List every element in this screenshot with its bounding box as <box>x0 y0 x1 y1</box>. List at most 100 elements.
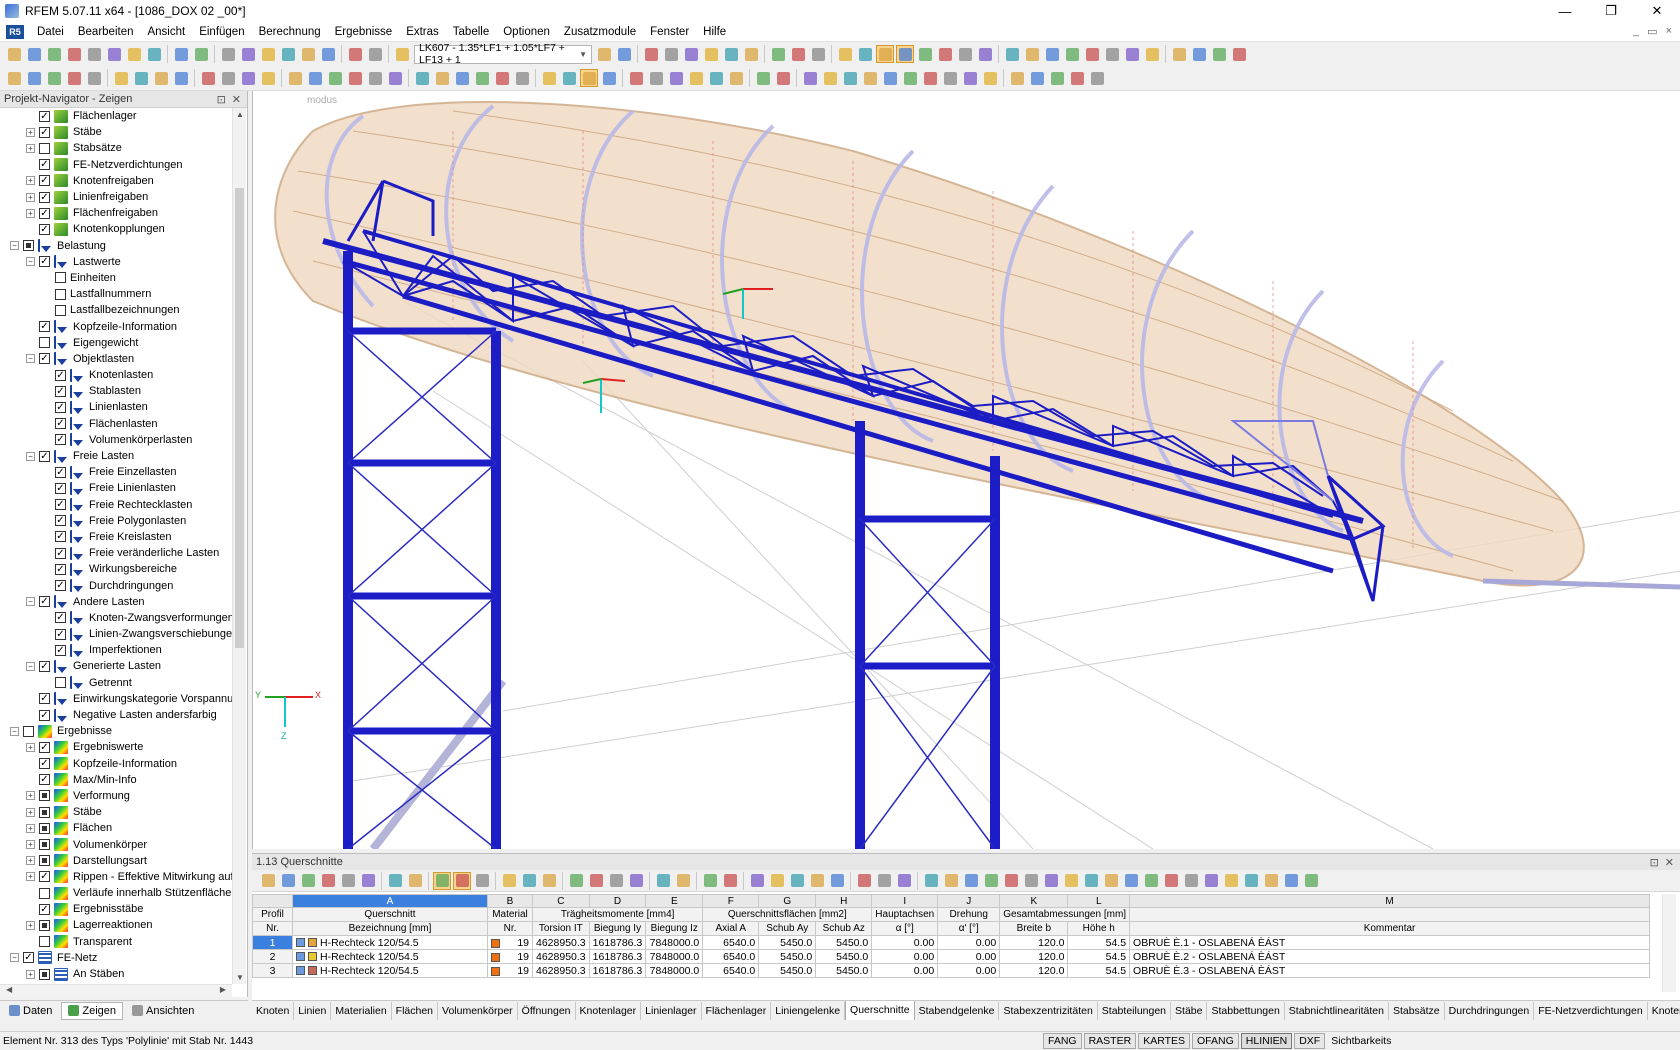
tree-checkbox[interactable] <box>55 304 66 316</box>
value-cell[interactable]: 54.5 <box>1067 935 1131 950</box>
toolbar-tool-icon[interactable] <box>299 45 317 63</box>
tree-item[interactable]: ✓ Volumenkörperlasten <box>0 432 232 448</box>
table-scrollbar[interactable] <box>1662 894 1676 992</box>
toolbar-tool-icon[interactable] <box>1122 872 1140 890</box>
toolbar-tool-icon[interactable] <box>976 45 994 63</box>
toolbar-tool-icon[interactable] <box>627 872 645 890</box>
section-name-cell[interactable]: H-Rechteck 120/54.5 <box>292 935 488 950</box>
toolbar-tool-icon[interactable] <box>855 872 873 890</box>
toolbar-tool-icon[interactable] <box>1170 45 1188 63</box>
tree-checkbox[interactable] <box>39 968 50 980</box>
tree-checkbox[interactable]: ✓ <box>39 596 50 608</box>
sheet-tab[interactable]: Knotenlager <box>576 1001 642 1020</box>
tree-checkbox[interactable]: ✓ <box>39 191 50 203</box>
toolbar-tool-icon[interactable] <box>1202 872 1220 890</box>
toolbar-tool-icon[interactable] <box>916 45 934 63</box>
toolbar-tool-icon[interactable] <box>1062 872 1080 890</box>
menu-bearbeiten[interactable]: Bearbeiten <box>71 26 141 38</box>
value-cell[interactable]: 120.0 <box>999 949 1069 964</box>
tree-checkbox[interactable]: ✓ <box>55 418 66 430</box>
tree-checkbox[interactable]: ✓ <box>39 741 50 753</box>
toolbar-tool-icon[interactable] <box>981 69 999 87</box>
tree-item[interactable]: ✓ Freie veränderliche Lasten <box>0 545 232 561</box>
minimize-button[interactable]: — <box>1542 0 1588 22</box>
tree-checkbox[interactable]: ✓ <box>39 159 50 171</box>
scroll-left-icon[interactable]: ◀ <box>6 985 12 997</box>
value-cell[interactable]: 5450.0 <box>758 935 817 950</box>
sheet-tab[interactable]: Stabteilungen <box>1098 1001 1172 1020</box>
material-cell[interactable]: 19 <box>487 935 533 950</box>
tree-expander-icon[interactable]: − <box>26 597 35 607</box>
tree-item[interactable]: ✓ Linien-Zwangsverschiebungen <box>0 626 232 642</box>
sheet-tab[interactable]: Knotenfreigaben <box>1648 1002 1680 1020</box>
toolbar-tool-icon[interactable] <box>667 69 685 87</box>
value-cell[interactable]: 0.00 <box>937 949 1001 964</box>
tree-checkbox[interactable]: ✓ <box>39 693 50 705</box>
tab-ansichten[interactable]: Ansichten <box>125 1002 201 1020</box>
toolbar-tool-icon[interactable] <box>1143 45 1161 63</box>
tree-item[interactable]: ✓ Einwirkungskategorie Vorspannung <box>0 691 232 707</box>
tree-checkbox[interactable] <box>55 288 66 300</box>
toolbar-tool-icon[interactable] <box>1162 872 1180 890</box>
navigator-hscrollbar[interactable]: ◀ ▶ <box>0 984 232 997</box>
scroll-up-icon[interactable]: ▲ <box>233 110 247 119</box>
toolbar-tool-icon[interactable] <box>513 69 531 87</box>
tree-checkbox[interactable]: ✓ <box>39 450 50 462</box>
tree-checkbox[interactable] <box>39 790 50 802</box>
status-visibility[interactable]: Sichtbarkeits <box>1327 1035 1395 1047</box>
toolbar-tool-icon[interactable] <box>861 69 879 87</box>
toolbar-tool-icon[interactable] <box>279 872 297 890</box>
tree-checkbox[interactable]: ✓ <box>39 660 50 672</box>
tree-checkbox[interactable]: ✓ <box>55 499 66 511</box>
toolbar-tool-icon[interactable] <box>259 872 277 890</box>
sheet-tab[interactable]: Stabexzentrizitäten <box>999 1001 1098 1020</box>
toolbar-tool-icon[interactable] <box>65 45 83 63</box>
tree-checkbox[interactable] <box>55 677 66 689</box>
tree-checkbox[interactable]: ✓ <box>39 126 50 138</box>
toolbar-tool-icon[interactable] <box>65 69 83 87</box>
toolbar-tool-icon[interactable] <box>473 872 491 890</box>
tree-checkbox[interactable]: ✓ <box>39 175 50 187</box>
tree-item[interactable]: + Verformung <box>0 788 232 804</box>
menu-hilfe[interactable]: Hilfe <box>696 26 733 38</box>
querschnitte-table[interactable]: A B C D E F G H I J K L M Profil Querschnitt Material Tr… <box>252 894 1662 992</box>
menu-berechnung[interactable]: Berechnung <box>252 26 328 38</box>
toolbar-tool-icon[interactable] <box>961 69 979 87</box>
menu-zusatzmodule[interactable]: Zusatzmodule <box>557 26 643 38</box>
toolbar-tool-icon[interactable] <box>1103 45 1121 63</box>
tree-checkbox[interactable] <box>23 725 34 737</box>
sheet-tab[interactable]: Volumenkörper <box>438 1001 518 1020</box>
tree-checkbox[interactable] <box>39 337 50 349</box>
toolbar-tool-icon[interactable] <box>1242 872 1260 890</box>
tree-checkbox[interactable] <box>39 936 50 948</box>
value-cell[interactable]: 7848000.0 <box>645 963 704 978</box>
toolbar-tool-icon[interactable] <box>876 45 894 63</box>
sheet-tab[interactable]: FE-Netzverdichtungen <box>1534 1001 1648 1020</box>
toolbar-tool-icon[interactable] <box>219 45 237 63</box>
tree-checkbox[interactable]: ✓ <box>39 871 50 883</box>
comment-cell[interactable]: OBRUÈ È.2 - OSLABENÁ ÈÁST <box>1129 949 1651 964</box>
tree-item[interactable]: + Lagerreaktionen <box>0 917 232 933</box>
toolbar-tool-icon[interactable] <box>1003 45 1021 63</box>
toolbar-tool-icon[interactable] <box>346 69 364 87</box>
tree-checkbox[interactable]: ✓ <box>55 369 66 381</box>
tree-expander-icon[interactable]: − <box>26 451 35 461</box>
toolbar-tool-icon[interactable] <box>722 45 740 63</box>
tree-checkbox[interactable]: ✓ <box>55 563 66 575</box>
toolbar-tool-icon[interactable] <box>1222 872 1240 890</box>
toolbar-tool-icon[interactable] <box>702 45 720 63</box>
toolbar-tool-icon[interactable] <box>306 69 324 87</box>
mdi-close-icon[interactable]: × <box>1666 25 1672 38</box>
toolbar-tool-icon[interactable] <box>326 69 344 87</box>
tree-expander-icon[interactable]: − <box>26 257 35 267</box>
toolbar-tool-icon[interactable] <box>674 872 692 890</box>
tree-checkbox[interactable]: ✓ <box>39 774 50 786</box>
toolbar-tool-icon[interactable] <box>627 69 645 87</box>
tree-checkbox[interactable]: ✓ <box>23 952 34 964</box>
value-cell[interactable]: 1618786.3 <box>588 949 647 964</box>
toolbar-tool-icon[interactable] <box>45 69 63 87</box>
toolbar-tool-icon[interactable] <box>1262 872 1280 890</box>
toolbar-tool-icon[interactable] <box>540 69 558 87</box>
tree-item[interactable]: − ✓ Andere Lasten <box>0 594 232 610</box>
toolbar-tool-icon[interactable] <box>112 69 130 87</box>
